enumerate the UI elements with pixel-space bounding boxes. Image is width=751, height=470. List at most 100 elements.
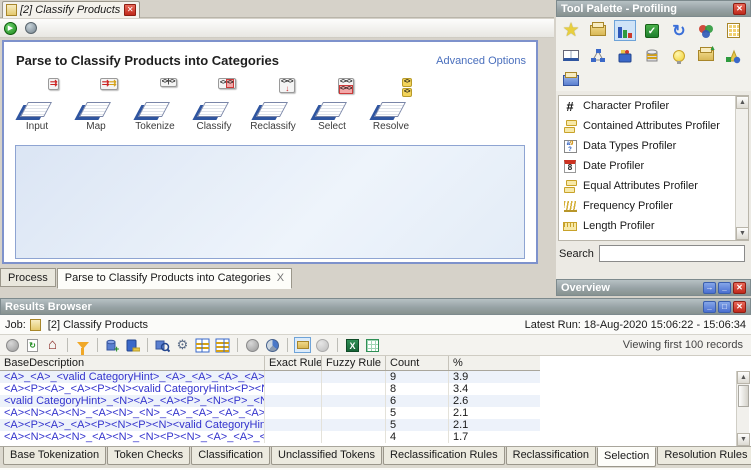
back-icon: [4, 337, 21, 353]
scroll-up-icon[interactable]: ▲: [736, 96, 749, 109]
pie-chart-icon[interactable]: [264, 337, 281, 353]
close-icon[interactable]: ✕: [733, 301, 746, 313]
tab-token-checks[interactable]: Token Checks: [107, 447, 190, 465]
step-reclassify[interactable]: <><>↓ Reclassify: [250, 78, 296, 132]
process-canvas[interactable]: [15, 145, 525, 259]
import-package-icon[interactable]: [560, 70, 582, 91]
tab-classification[interactable]: Classification: [191, 447, 270, 465]
table-row[interactable]: <A><N><A><N>_<A><N>_<N><P><N>_<A>_<A>_<.…: [0, 431, 540, 443]
close-tab-icon[interactable]: X: [277, 272, 284, 284]
scroll-down-icon[interactable]: ▼: [736, 227, 749, 240]
shapes-icon[interactable]: [722, 45, 744, 66]
list-item-data-types-profiler[interactable]: a9? Data Types Profiler: [559, 136, 748, 156]
list-item-contained-attributes-profiler[interactable]: Contained Attributes Profiler: [559, 116, 748, 136]
latest-run-label: Latest Run: 18-Aug-2020 15:06:22 - 15:06…: [525, 319, 746, 331]
maximize-icon[interactable]: □: [718, 301, 731, 313]
book-icon: [256, 102, 288, 117]
step-tokenize[interactable]: <>|<> Tokenize: [132, 78, 178, 132]
scrollbar-thumb[interactable]: [738, 385, 749, 407]
advanced-options-link[interactable]: Advanced Options: [436, 55, 526, 67]
table-scrollbar[interactable]: ▲ ▼: [736, 371, 749, 446]
close-icon[interactable]: ✕: [733, 3, 746, 15]
step-select[interactable]: <><><><> Select: [309, 78, 355, 132]
tab-base-tokenization[interactable]: Base Tokenization: [3, 447, 106, 465]
scroll-down-icon[interactable]: ▼: [737, 433, 750, 446]
export-package-icon[interactable]: [695, 45, 717, 66]
document-tab-classify-products[interactable]: [2] Classify Products ✕: [2, 1, 140, 18]
profiler-list-scrollbar[interactable]: ▲ ▼: [735, 96, 748, 240]
panel-toggle-icon[interactable]: [294, 337, 311, 353]
filter-icon[interactable]: [74, 337, 91, 353]
validate-check-icon[interactable]: ✓: [641, 20, 663, 41]
tool-palette-header: Tool Palette - Profiling ✕: [556, 0, 751, 17]
toolbox-icon[interactable]: [614, 45, 636, 66]
overview-title: Overview: [561, 282, 701, 294]
step-input[interactable]: ⇉ Input: [14, 78, 60, 132]
reclassify-step-icon: <><>↓: [251, 78, 295, 120]
insight-bulb-icon[interactable]: [668, 45, 690, 66]
find-rules-icon[interactable]: ⚙: [174, 337, 191, 353]
tab-reclassification-rules[interactable]: Reclassification Rules: [383, 447, 505, 465]
chart-disabled-icon: [244, 337, 261, 353]
star-icon[interactable]: ★: [560, 20, 582, 41]
table-row[interactable]: <valid CategoryHint>_<N><A>_<A><P>_<N><P…: [0, 395, 540, 407]
column-header-fuzzy-rule[interactable]: Fuzzy Rule: [322, 356, 386, 370]
save-grid-alt-icon[interactable]: [214, 337, 231, 353]
table-row[interactable]: <A><N><A><N>_<A><N>_<N>_<A>_<A>_<A>_<A>.…: [0, 407, 540, 419]
pin-icon[interactable]: →: [703, 282, 716, 294]
close-icon[interactable]: ✕: [733, 282, 746, 294]
list-item-equal-attributes-profiler[interactable]: Equal Attributes Profiler: [559, 176, 748, 196]
tab-resolution-rules[interactable]: Resolution Rules: [657, 447, 751, 465]
network-icon[interactable]: [587, 45, 609, 66]
add-database-icon[interactable]: +: [104, 337, 121, 353]
tab-reclassification[interactable]: Reclassification: [506, 447, 596, 465]
classify-step-icon: <><>: [192, 78, 236, 120]
step-resolve[interactable]: <><> Resolve: [368, 78, 414, 132]
report-book-icon[interactable]: [560, 45, 582, 66]
close-tab-icon[interactable]: ✕: [124, 4, 136, 16]
tab-unclassified-tokens[interactable]: Unclassified Tokens: [271, 447, 382, 465]
find-database-icon[interactable]: [154, 337, 171, 353]
tokenize-step-icon: <>|<>: [133, 78, 177, 120]
grid-export-icon[interactable]: [364, 337, 381, 353]
job-row: Job: [2] Classify Products Latest Run: 1…: [0, 315, 751, 335]
column-header-percent[interactable]: %: [449, 356, 517, 370]
column-header-exact-rule[interactable]: Exact Rule: [265, 356, 322, 370]
new-package-icon[interactable]: [587, 20, 609, 41]
refresh-document-icon[interactable]: ↻: [24, 337, 41, 353]
process-title: Parse to Classify Products into Categori…: [16, 53, 279, 68]
table-row[interactable]: <A><P><A>_<A><P><N><P><N><valid Category…: [0, 419, 540, 431]
home-icon[interactable]: ⌂: [44, 337, 61, 353]
profiler-chart-icon[interactable]: [614, 20, 636, 41]
list-item-date-profiler[interactable]: 8 Date Profiler: [559, 156, 748, 176]
database-icon[interactable]: [641, 45, 663, 66]
tab-selection[interactable]: Selection: [597, 447, 656, 467]
scroll-up-icon[interactable]: ▲: [737, 371, 750, 384]
list-item-frequency-profiler[interactable]: Frequency Profiler: [559, 196, 748, 216]
save-grid-icon[interactable]: [194, 337, 211, 353]
excel-export-icon[interactable]: X: [344, 337, 361, 353]
minimize-icon[interactable]: _: [718, 282, 731, 294]
refresh-loop-icon[interactable]: ↻: [668, 20, 690, 41]
run-job-icon[interactable]: ▶: [4, 22, 17, 35]
remove-book-icon[interactable]: [124, 337, 141, 353]
column-header-count[interactable]: Count: [386, 356, 449, 370]
table-row[interactable]: <A><P><A>_<A><P><N><valid CategoryHint><…: [0, 383, 540, 395]
date-calendar-icon: 8: [563, 159, 577, 173]
search-input[interactable]: [599, 245, 745, 262]
book-icon: [20, 102, 52, 117]
refresh-globe-icon[interactable]: [25, 22, 37, 34]
equal-attributes-icon: [563, 179, 577, 193]
step-classify[interactable]: <><> Classify: [191, 78, 237, 132]
tab-process[interactable]: Process: [0, 268, 56, 287]
list-item-length-profiler[interactable]: Length Profiler: [559, 216, 748, 236]
minimize-icon[interactable]: _: [703, 301, 716, 313]
step-map[interactable]: ⇉⇉ Map: [73, 78, 119, 132]
list-item-character-profiler[interactable]: # Character Profiler: [559, 96, 748, 116]
job-name: [2] Classify Products: [48, 319, 148, 331]
column-header-basedescription[interactable]: BaseDescription: [0, 356, 265, 370]
color-circles-icon[interactable]: [695, 20, 717, 41]
tab-parse-to-classify[interactable]: Parse to Classify Products into Categori…: [57, 268, 292, 289]
calculator-icon[interactable]: [722, 20, 744, 41]
table-row[interactable]: <A>_<A>_<valid CategoryHint>_<A>_<A>_<A>…: [0, 371, 540, 383]
